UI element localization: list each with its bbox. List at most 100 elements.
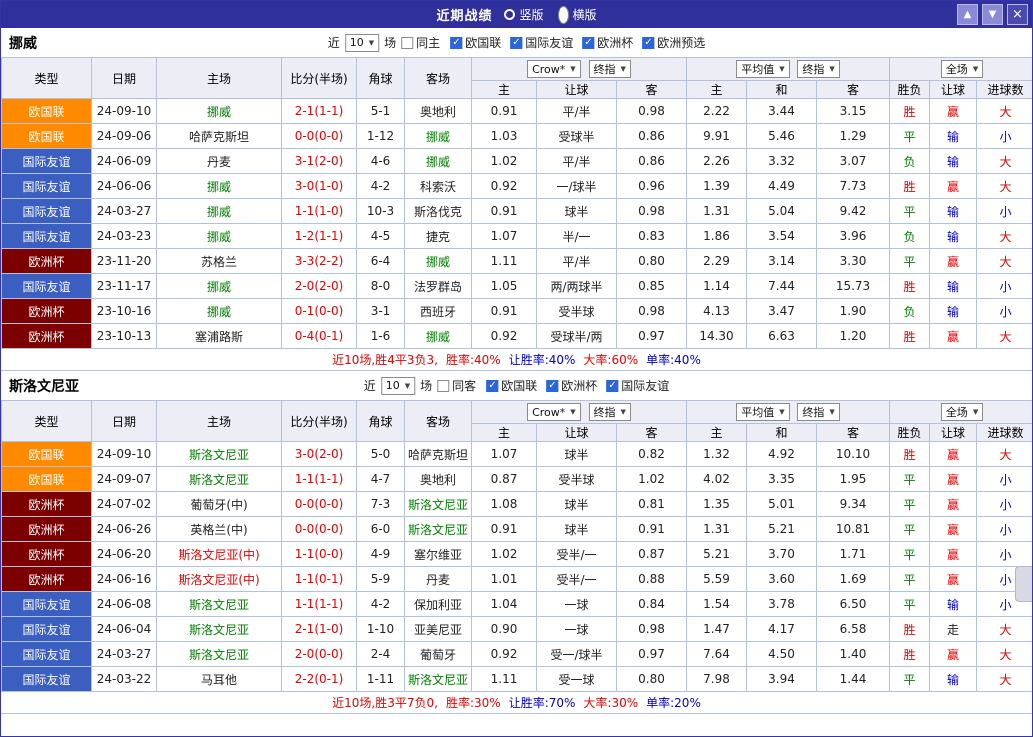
avg-away-odds: 10.10	[816, 441, 891, 467]
scroll-up-button[interactable]: ▲	[957, 4, 978, 25]
match-score: 0-1(0-0)	[281, 298, 357, 324]
result-goals: 大	[976, 98, 1032, 124]
result-outcome: 平	[889, 566, 931, 592]
home-team[interactable]: 马耳他	[156, 666, 282, 692]
away-team[interactable]: 斯洛文尼亚	[404, 516, 472, 542]
away-odds: 0.97	[615, 641, 688, 667]
avg-home-odds: 1.47	[686, 616, 748, 642]
layout-radio-selected[interactable]: 横版	[557, 5, 597, 24]
away-team[interactable]: 挪威	[404, 323, 472, 349]
away-team[interactable]: 西班牙	[404, 298, 472, 324]
home-team[interactable]: 英格兰(中)	[156, 516, 282, 542]
competition-filter[interactable]: 欧洲杯	[582, 34, 633, 51]
away-team[interactable]: 哈萨克斯坦	[404, 441, 472, 467]
away-team[interactable]: 奥地利	[404, 466, 472, 492]
floating-widget[interactable]	[1015, 566, 1032, 602]
chevron-down-icon: ▼	[829, 65, 835, 73]
layout-radio-option[interactable]: 竖版	[504, 6, 544, 23]
match-row: 国际友谊 24-03-22 马耳他 2-2(0-1) 1-11 斯洛文尼亚 1.11 受一球 0…	[1, 666, 1032, 692]
venue-checkbox[interactable]	[401, 36, 414, 49]
average-stage-select[interactable]: 终指 ▼	[797, 403, 840, 421]
result-outcome: 负	[889, 298, 931, 324]
venue-checkbox[interactable]	[437, 379, 450, 392]
home-team[interactable]: 斯洛文尼亚	[156, 641, 282, 667]
avg-home-odds: 4.13	[686, 298, 748, 324]
recent-count-select[interactable]: 10 ▼	[380, 376, 416, 395]
home-team[interactable]: 斯洛文尼亚	[156, 616, 282, 642]
home-team[interactable]: 斯洛文尼亚(中)	[156, 566, 282, 592]
average-stage-select[interactable]: 终指 ▼	[797, 60, 840, 78]
competition-filter[interactable]: 国际友谊	[510, 34, 573, 51]
away-team[interactable]: 法罗群岛	[404, 273, 472, 299]
odds-stage-select[interactable]: 终指 ▼	[588, 402, 631, 421]
radio-icon[interactable]	[504, 9, 516, 20]
venue-filter[interactable]: 同主	[401, 34, 440, 51]
checkbox[interactable]	[546, 379, 559, 392]
average-select[interactable]: 平均值 ▼	[736, 60, 790, 78]
match-row: 欧国联 24-09-10 斯洛文尼亚 3-0(2-0) 5-0 哈萨克斯坦 1.07 球半 0.…	[1, 441, 1032, 467]
away-team[interactable]: 塞尔维亚	[404, 541, 472, 567]
bookmaker-select[interactable]: Crow* ▼	[527, 60, 581, 79]
match-row: 欧国联 24-09-07 斯洛文尼亚 1-1(1-1) 4-7 奥地利 0.87 受半球 1.0…	[1, 466, 1032, 492]
home-team[interactable]: 挪威	[156, 198, 282, 224]
away-odds: 0.82	[615, 441, 688, 467]
away-team[interactable]: 科索沃	[404, 173, 472, 199]
result-handicap: 赢	[929, 323, 978, 349]
home-team[interactable]: 挪威	[156, 173, 282, 199]
home-team[interactable]: 斯洛文尼亚	[156, 441, 282, 467]
competition-filter[interactable]: 欧洲杯	[546, 377, 597, 394]
checkbox[interactable]	[510, 36, 523, 49]
result-handicap: 赢	[929, 441, 978, 467]
home-team[interactable]: 挪威	[156, 98, 282, 124]
checkbox[interactable]	[486, 379, 499, 392]
away-team[interactable]: 挪威	[404, 248, 472, 274]
scroll-down-button[interactable]: ▼	[982, 4, 1003, 25]
competition-filter[interactable]: 欧国联	[450, 34, 501, 51]
home-team[interactable]: 斯洛文尼亚(中)	[156, 541, 282, 567]
checkbox[interactable]	[606, 379, 619, 392]
away-team[interactable]: 葡萄牙	[404, 641, 472, 667]
home-team[interactable]: 葡萄牙(中)	[156, 491, 282, 517]
result-outcome: 胜	[889, 441, 931, 467]
match-row: 欧国联 24-09-06 哈萨克斯坦 0-0(0-0) 1-12 挪威 1.03 受球半 0.8…	[1, 123, 1032, 149]
checkbox[interactable]	[450, 36, 463, 49]
average-select[interactable]: 平均值 ▼	[736, 403, 790, 421]
away-team[interactable]: 挪威	[404, 148, 472, 174]
scope-select[interactable]: 全场 ▼	[940, 60, 984, 78]
away-team[interactable]: 捷克	[404, 223, 472, 249]
home-team[interactable]: 斯洛文尼亚	[156, 466, 282, 492]
bookmaker-select[interactable]: Crow* ▼	[527, 403, 581, 422]
home-team[interactable]: 挪威	[156, 298, 282, 324]
radio-icon[interactable]	[557, 5, 569, 24]
away-team[interactable]: 奥地利	[404, 98, 472, 124]
match-score: 0-0(0-0)	[281, 516, 357, 542]
away-team[interactable]: 丹麦	[404, 566, 472, 592]
home-team[interactable]: 哈萨克斯坦	[156, 123, 282, 149]
odds-stage-select[interactable]: 终指 ▼	[588, 59, 631, 78]
match-row: 国际友谊 24-06-06 挪威 3-0(1-0) 4-2 科索沃 0.92 一/球半 0.96…	[1, 173, 1032, 199]
home-team[interactable]: 挪威	[156, 223, 282, 249]
home-team[interactable]: 苏格兰	[156, 248, 282, 274]
competition-filter[interactable]: 欧国联	[486, 377, 537, 394]
away-team[interactable]: 斯洛文尼亚	[404, 491, 472, 517]
away-team[interactable]: 保加利亚	[404, 591, 472, 617]
venue-filter[interactable]: 同客	[437, 377, 476, 394]
home-team[interactable]: 挪威	[156, 273, 282, 299]
home-team[interactable]: 斯洛文尼亚	[156, 591, 282, 617]
away-team[interactable]: 亚美尼亚	[404, 616, 472, 642]
checkbox[interactable]	[642, 36, 655, 49]
competition-filter[interactable]: 国际友谊	[606, 377, 669, 394]
away-team[interactable]: 斯洛伐克	[404, 198, 472, 224]
home-team[interactable]: 丹麦	[156, 148, 282, 174]
home-team[interactable]: 塞浦路斯	[156, 323, 282, 349]
avg-draw-odds: 3.78	[746, 591, 818, 617]
scope-select[interactable]: 全场 ▼	[940, 403, 984, 421]
home-odds: 1.05	[471, 273, 537, 299]
away-team[interactable]: 斯洛文尼亚	[404, 666, 472, 692]
competition-filter[interactable]: 欧洲预选	[642, 34, 705, 51]
recent-count-select[interactable]: 10 ▼	[344, 33, 380, 52]
away-team[interactable]: 挪威	[404, 123, 472, 149]
checkbox[interactable]	[582, 36, 595, 49]
avg-away-odds: 9.42	[816, 198, 891, 224]
close-button[interactable]: ×	[1007, 4, 1028, 25]
